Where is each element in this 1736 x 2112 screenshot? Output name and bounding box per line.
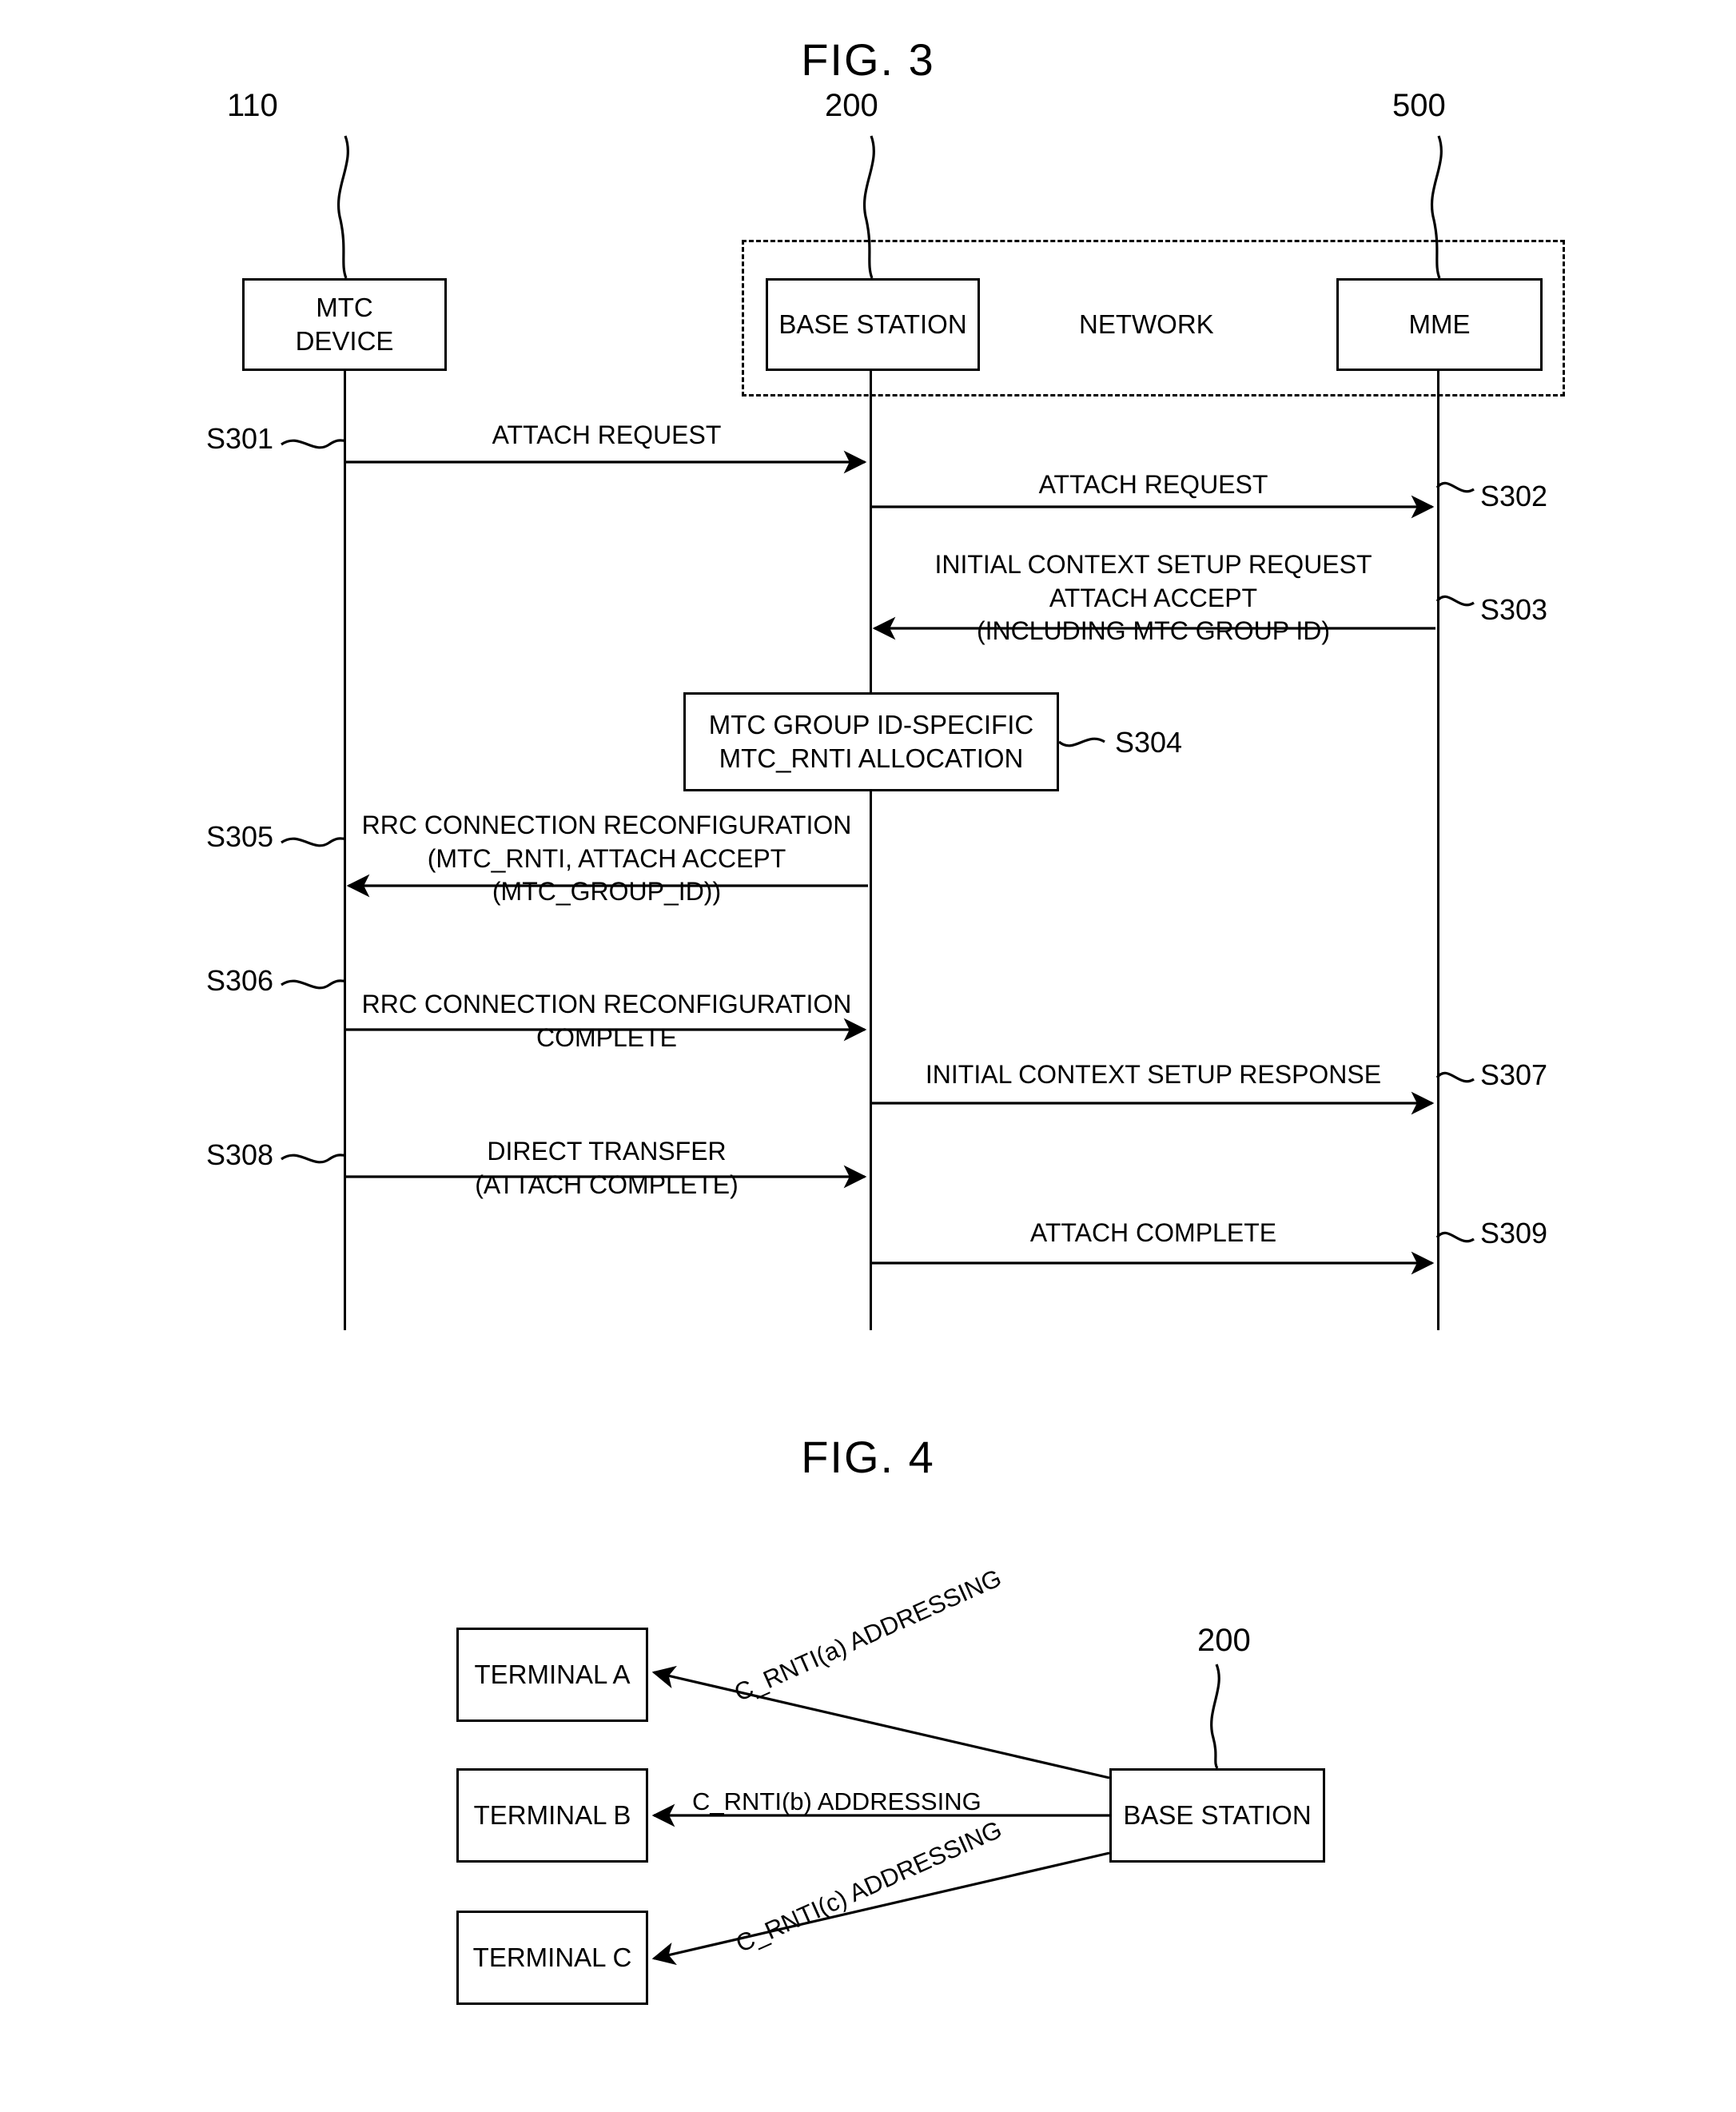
step-ref-s306: S306: [206, 964, 274, 997]
message-line: (MTC_GROUP_ID)): [492, 877, 722, 907]
node-base-station[interactable]: BASE STATION: [766, 278, 980, 371]
message-line: ATTACH COMPLETE: [1029, 1218, 1277, 1247]
node-terminal-a-label: TERMINAL A: [474, 1659, 631, 1689]
message-line: (INCLUDING MTC GROUP ID): [976, 616, 1331, 646]
message-line: RRC CONNECTION RECONFIGURATION: [361, 990, 852, 1018]
message-label-s308: DIRECT TRANSFER (ATTACH COMPLETE): [344, 1135, 870, 1201]
node-mtc-device[interactable]: MTC DEVICE: [242, 278, 447, 371]
message-label-s309: ATTACH COMPLETE: [870, 1217, 1437, 1250]
message-line: COMPLETE: [536, 1022, 678, 1052]
message-label-s301: ATTACH REQUEST: [344, 419, 870, 452]
leader-line-110: [336, 135, 349, 279]
node-mtc-device-label-2: DEVICE: [295, 326, 394, 356]
step-ref-s307: S307: [1480, 1058, 1548, 1091]
leader-line-s307: [1435, 1071, 1475, 1083]
ref-numeral-110: 110: [227, 88, 278, 123]
message-line: ATTACH REQUEST: [492, 420, 722, 449]
node-terminal-c[interactable]: TERMINAL C: [456, 1911, 648, 2005]
message-label-s306: RRC CONNECTION RECONFIGURATION COMPLETE: [344, 988, 870, 1054]
figure-3-title: FIG. 3: [801, 34, 935, 85]
step-ref-s309: S309: [1480, 1217, 1548, 1249]
process-box-line-2: MTC_RNTI ALLOCATION: [719, 743, 1024, 773]
step-ref-s303: S303: [1480, 593, 1548, 626]
leader-line-200-fig4: [1210, 1664, 1220, 1769]
message-line: DIRECT TRANSFER: [487, 1137, 727, 1166]
node-mme[interactable]: MME: [1336, 278, 1543, 371]
step-ref-s302: S302: [1480, 480, 1548, 512]
node-base-station-fig4-label: BASE STATION: [1123, 1799, 1312, 1830]
leader-line-s301: [281, 439, 346, 449]
leader-line-s305: [281, 837, 346, 847]
figure-4-title: FIG. 4: [801, 1432, 935, 1482]
step-ref-s305: S305: [206, 820, 274, 853]
node-base-station-label: BASE STATION: [778, 309, 967, 339]
network-label: NETWORK: [1079, 309, 1214, 339]
message-line: ATTACH REQUEST: [1038, 470, 1268, 499]
step-ref-s304: S304: [1115, 726, 1183, 759]
node-mme-label: MME: [1408, 309, 1471, 339]
step-ref-s308: S308: [206, 1138, 274, 1171]
arrow-label-c-rnti-b: C_RNTI(b) ADDRESSING: [692, 1787, 981, 1815]
message-line: (MTC_RNTI, ATTACH ACCEPT: [427, 843, 786, 873]
leader-line-s302: [1435, 481, 1475, 493]
node-terminal-b[interactable]: TERMINAL B: [456, 1768, 648, 1863]
ref-numeral-500: 500: [1392, 88, 1446, 123]
leader-line-s309: [1435, 1231, 1475, 1243]
ref-numeral-200-fig4: 200: [1197, 1623, 1251, 1658]
arrow-label-c-rnti-a: C_RNTI(a) ADDRESSING: [730, 1563, 1006, 1708]
lifeline-mme: [1437, 371, 1439, 1330]
message-line: INITIAL CONTEXT SETUP REQUEST: [934, 550, 1372, 579]
leader-line-s308: [281, 1154, 346, 1164]
node-terminal-a[interactable]: TERMINAL A: [456, 1628, 648, 1722]
message-label-s303: INITIAL CONTEXT SETUP REQUEST ATTACH ACC…: [870, 548, 1437, 648]
arrow-c-rnti-a: [651, 1665, 1110, 1779]
lifeline-base-station: [870, 371, 872, 1330]
node-terminal-b-label: TERMINAL B: [473, 1799, 631, 1830]
message-line: ATTACH ACCEPT: [1049, 583, 1258, 612]
node-mtc-device-label-1: MTC: [316, 292, 373, 322]
node-base-station-fig4[interactable]: BASE STATION: [1109, 1768, 1325, 1863]
message-line: INITIAL CONTEXT SETUP RESPONSE: [925, 1060, 1382, 1089]
message-label-s307: INITIAL CONTEXT SETUP RESPONSE: [870, 1058, 1437, 1092]
ref-numeral-200: 200: [825, 88, 878, 123]
node-terminal-c-label: TERMINAL C: [472, 1942, 632, 1972]
message-label-s302: ATTACH REQUEST: [870, 468, 1437, 502]
message-line: (ATTACH COMPLETE): [475, 1170, 739, 1199]
process-box-mtc-rnti-allocation[interactable]: MTC GROUP ID-SPECIFIC MTC_RNTI ALLOCATIO…: [683, 692, 1059, 791]
process-box-line-1: MTC GROUP ID-SPECIFIC: [708, 709, 1034, 739]
leader-line-s304: [1057, 737, 1105, 747]
leader-line-s303: [1435, 595, 1475, 607]
arrow-label-c-rnti-c: C_RNTI(c) ADDRESSING: [731, 1815, 1006, 1959]
leader-line-s306: [281, 979, 346, 990]
patent-drawing-page: FIG. 3 110 200 500 NETWORK MTC DEVICE BA…: [0, 0, 1736, 2112]
message-line: RRC CONNECTION RECONFIGURATION: [361, 811, 852, 839]
step-ref-s301: S301: [206, 422, 274, 455]
message-label-s305: RRC CONNECTION RECONFIGURATION (MTC_RNTI…: [344, 809, 870, 909]
